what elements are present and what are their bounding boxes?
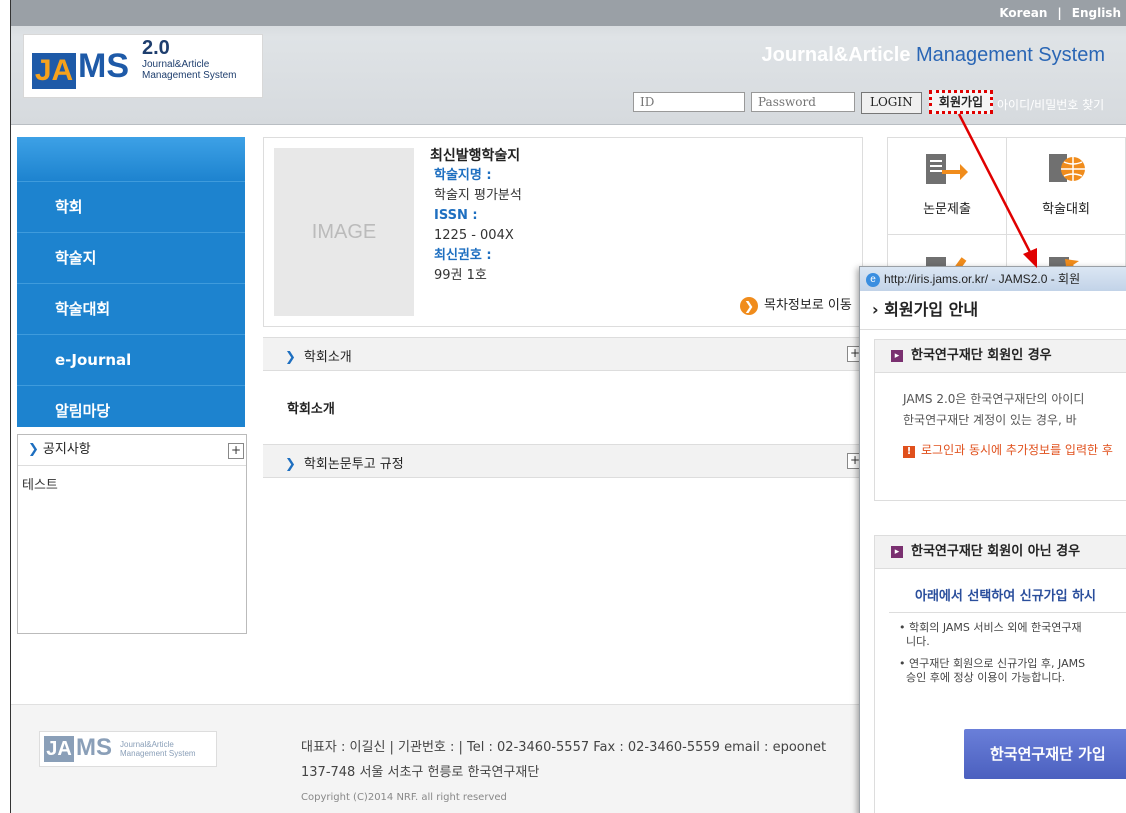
site-header: Korean | English JA MS 2.0 Journal&Article… [11,0,1126,125]
system-title-part2: Management System [916,44,1105,66]
notice-more-icon[interactable]: + [228,443,244,459]
popup-select-instruction: 아래에서 선택하여 신규가입 하시 [889,569,1126,613]
issn-value: 1225 - 004X [434,228,514,243]
section-intro-title: ❯ 학회소개 [285,346,352,365]
section-rules-label: 학회논문투고 규정 [303,457,404,472]
popup-title: › 회원가입 안내 [860,291,1126,330]
jams-logo[interactable]: JA MS 2.0 Journal&Article Management Sys… [23,34,263,98]
system-title: Journal&Article Management System [762,44,1105,67]
footer-info: 대표자 : 이길신 | 기관번호 : | Tel : 02-3460-5557 … [301,735,826,810]
toc-link[interactable]: ❯ 목차정보로 이동 [740,294,852,315]
nav-header-decoration [17,137,245,181]
language-bar: Korean | English [11,0,1126,26]
logo-version: 2.0 [142,37,170,59]
society-intro-text: 학회소개 [287,402,335,417]
popup-titlebar-text: http://iris.jams.or.kr/ - JAMS2.0 - 회원 [884,272,1081,286]
popup-nonmember-header: ▸ 한국연구재단 회원이 아닌 경우 [875,536,1126,569]
annotation-arrow-icon [957,113,1037,268]
toc-link-label: 목차정보로 이동 [764,298,852,313]
popup-nonmember-header-label: 한국연구재단 회원이 아닌 경우 [911,544,1081,559]
popup-bullet-1: • 학회의 JAMS 서비스 외에 한국연구재 니다. [875,613,1126,649]
issue-value: 99권 1호 [434,268,487,283]
popup-member-warning: ! 로그인과 동시에 추가정보를 입력한 후 [875,431,1126,458]
nav-item-society[interactable]: 학회 [17,181,245,232]
notice-entry[interactable]: 테스트 [18,466,246,501]
chevron-right-icon: ❯ [28,442,39,457]
chevron-square-icon: ▸ [891,545,903,558]
section-intro-label: 학회소개 [303,350,352,365]
notice-panel: ❯ 공지사항 + 테스트 [17,434,247,634]
journal-name-label: 학술지명 : [434,168,492,183]
notice-header: ❯ 공지사항 [18,435,246,466]
nav-item-notice-board[interactable]: 알림마당 [17,385,245,436]
nav-item-ejournal[interactable]: e-Journal [17,334,245,385]
logo-ms: MS [78,47,129,85]
signup-popup-window: e http://iris.jams.or.kr/ - JAMS2.0 - 회원 … [859,266,1126,813]
footer-logo: JA MS Journal&Article Management System [39,731,217,767]
password-input[interactable] [751,92,855,112]
popup-bullet-1-line1: • 학회의 JAMS 서비스 외에 한국연구재 [899,621,1082,634]
journal-name-value: 학술지 평가분석 [434,188,522,203]
chevron-right-icon: ❯ [285,350,296,365]
find-account-link[interactable]: 아이디/비밀번호 찾기 [997,96,1104,113]
id-input[interactable] [633,92,745,112]
journal-info: 최신발행학술지 학술지명 : 학술지 평가분석 ISSN : 1225 - 00… [430,146,522,286]
footer-logo-ja: JA [44,736,74,762]
chevron-right-icon: ❯ [285,457,296,472]
chevron-square-icon: ▸ [891,349,903,362]
browser-page: Korean | English JA MS 2.0 Journal&Article… [10,0,1126,813]
footer-logo-ms: MS [76,734,112,761]
section-intro-header[interactable]: ❯ 학회소개 + [263,337,863,371]
login-button[interactable]: LOGIN [861,92,922,114]
lang-korean-link[interactable]: Korean [999,6,1047,20]
popup-bullet-2: • 연구재단 회원으로 신규가입 후, JAMS 승인 후에 정상 이용이 가능… [875,649,1126,685]
popup-bullet-1-line2: 니다. [906,635,930,648]
logo-subtitle: Journal&Article Management System [142,59,237,81]
popup-member-warning-text: 로그인과 동시에 추가정보를 입력한 후 [921,443,1113,457]
lang-separator: | [1057,6,1062,20]
popup-member-text-line1: JAMS 2.0은 한국연구재단의 아이디 [903,392,1085,406]
nav-item-conference[interactable]: 학술대회 [17,283,245,334]
language-switcher: Korean | English [999,6,1121,20]
section-rules-title: ❯ 학회논문투고 규정 [285,453,404,472]
latest-heading: 최신발행학술지 [430,148,521,164]
popup-bullet-2-line2: 승인 후에 정상 이용이 가능합니다. [906,671,1066,684]
popup-member-text: JAMS 2.0은 한국연구재단의 아이디 한국연구재단 계정이 있는 경우, … [875,373,1126,431]
footer-contact-line: 대표자 : 이길신 | 기관번호 : | Tel : 02-3460-5557 … [301,740,827,755]
footer-copyright: Copyright (C)2014 NRF. all right reserve… [301,792,507,803]
issue-label: 최신권호 : [434,248,492,263]
left-navigation: 학회 학술지 학술대회 e-Journal 알림마당 [17,137,245,427]
system-title-part1: Journal&Article [761,44,911,66]
nrf-join-button[interactable]: 한국연구재단 가입 [964,729,1126,779]
section-rules-header[interactable]: ❯ 학회논문투고 규정 + [263,444,863,478]
popup-member-header-label: 한국연구재단 회원인 경우 [911,348,1052,363]
warning-icon: ! [903,446,915,458]
journal-cover-image: IMAGE [274,148,414,316]
internet-explorer-icon: e [866,272,880,287]
issn-label: ISSN : [434,208,478,223]
popup-bullet-2-line1: • 연구재단 회원으로 신규가입 후, JAMS [899,657,1086,670]
lang-english-link[interactable]: English [1072,6,1121,20]
arrow-right-circle-icon: ❯ [740,296,758,315]
logo-ja: JA [32,53,76,89]
latest-journal-panel: IMAGE 최신발행학술지 학술지명 : 학술지 평가분석 ISSN : 122… [263,137,863,327]
footer-address: 137-748 서울 서초구 헌릉로 한국연구재단 [301,765,540,780]
notice-title[interactable]: 공지사항 [43,442,91,457]
popup-member-box: ▸ 한국연구재단 회원인 경우 JAMS 2.0은 한국연구재단의 아이디 한국연… [874,339,1126,501]
popup-member-text-line2: 한국연구재단 계정이 있는 경우, 바 [903,413,1077,427]
popup-member-header: ▸ 한국연구재단 회원인 경우 [875,340,1126,373]
nav-item-journal[interactable]: 학술지 [17,232,245,283]
signup-button[interactable]: 회원가입 [929,90,993,114]
footer-logo-subtitle: Journal&Article Management System [120,740,196,758]
